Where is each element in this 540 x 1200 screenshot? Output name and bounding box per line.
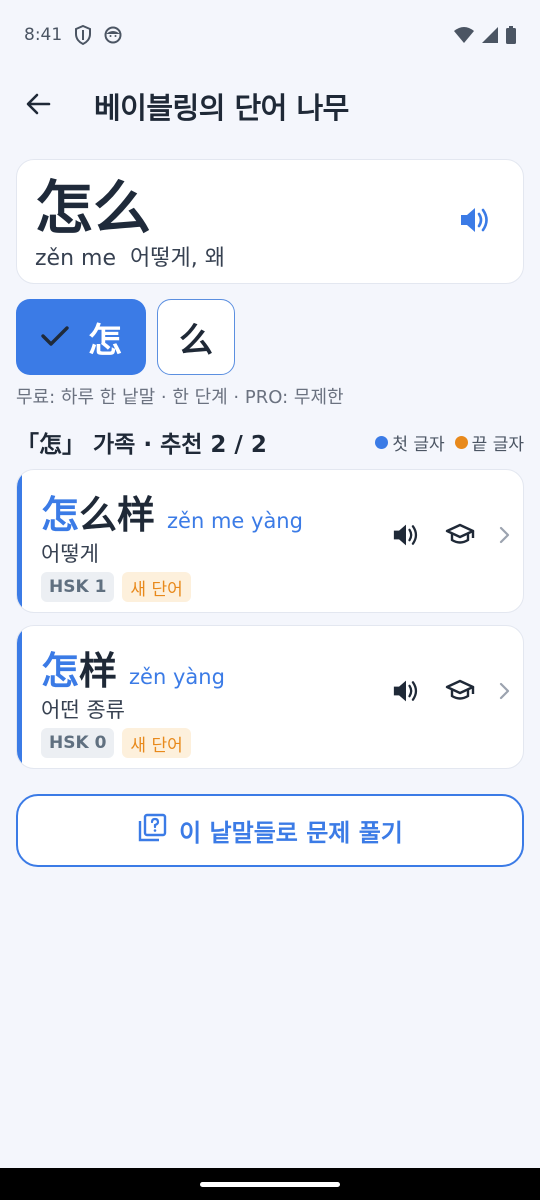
- chip-character-1[interactable]: 么: [157, 299, 235, 375]
- word-hanzi-first: 怎: [41, 493, 80, 537]
- legend-first: 첫 글자: [375, 430, 445, 455]
- section-title: 「怎」 가족 · 추천 2 / 2: [16, 432, 267, 458]
- legend-last: 끝 글자: [454, 430, 524, 455]
- word-hanzi-first: 怎: [41, 649, 80, 693]
- status-time: 8:41: [24, 25, 63, 45]
- wifi-icon: [454, 27, 474, 43]
- word-tags: HSK 0 새 단어: [41, 728, 191, 758]
- word-card[interactable]: 怎么样 zěn me yàng 어떻게 HSK 1 새 단어: [16, 469, 524, 613]
- hero-character: 怎么: [35, 174, 152, 242]
- chip-label: 么: [179, 320, 213, 361]
- hsk-badge: HSK 1: [41, 572, 115, 602]
- hero-speaker-button[interactable]: [457, 204, 493, 240]
- word-actions: [389, 676, 513, 710]
- new-word-badge: 새 단어: [122, 572, 191, 602]
- home-handle[interactable]: [200, 1182, 340, 1187]
- word-hanzi-rest: 么样: [79, 493, 156, 537]
- word-speaker-button[interactable]: [389, 676, 423, 710]
- word-pinyin: zěn me yàng: [167, 509, 303, 533]
- hero-subtitle: zěn me 어떻게, 왜: [35, 240, 225, 272]
- face-icon: [104, 26, 122, 44]
- chevron-right-icon: [499, 526, 511, 548]
- hero-word-card: 怎么 zěn me 어떻게, 왜: [16, 159, 524, 284]
- signal-icon: [482, 27, 498, 43]
- word-hanzi: 怎样: [41, 640, 117, 695]
- chip-character-0[interactable]: 怎: [16, 299, 146, 375]
- word-open-button[interactable]: [497, 676, 513, 710]
- legend: 첫 글자 끝 글자: [375, 430, 524, 455]
- word-hanzi: 怎么样: [41, 484, 155, 539]
- back-button[interactable]: [10, 78, 66, 134]
- system-nav-bar: [0, 1168, 540, 1200]
- orange-dot-icon: [454, 435, 468, 449]
- word-tags: HSK 1 새 단어: [41, 572, 191, 602]
- word-meaning: 어떻게: [41, 542, 99, 566]
- status-bar: 8:41: [0, 0, 540, 70]
- word-pinyin: zěn yàng: [129, 665, 225, 689]
- legend-last-label: 끝 글자: [471, 434, 524, 455]
- graduation-cap-icon: [445, 678, 475, 708]
- hsk-badge: HSK 0: [41, 728, 115, 758]
- chip-label: 怎: [88, 320, 122, 361]
- hero-pinyin: zěn me: [35, 246, 116, 271]
- character-chip-row: 怎 么: [16, 299, 235, 375]
- word-meaning: 어떤 종류: [41, 698, 125, 722]
- hero-meaning: 어떻게, 왜: [130, 246, 225, 271]
- speaker-icon: [392, 678, 420, 708]
- speaker-icon: [392, 522, 420, 552]
- speaker-icon: [459, 205, 491, 239]
- blue-dot-icon: [375, 435, 389, 449]
- word-learn-button[interactable]: [443, 520, 477, 554]
- quiz-button[interactable]: 이 낱말들로 문제 풀기: [16, 794, 524, 867]
- check-icon: [40, 317, 70, 357]
- card-accent-bar: [17, 470, 22, 612]
- word-hanzi-rest: 样: [79, 649, 118, 693]
- quota-text: 무료: 하루 한 낱말 · 한 단계 · PRO: 무제한: [16, 387, 344, 408]
- app-bar: 베이블링의 단어 나무: [0, 72, 540, 140]
- arrow-left-icon: [25, 91, 51, 121]
- quiz-button-label: 이 낱말들로 문제 풀기: [179, 819, 403, 847]
- section-header: 「怎」 가족 · 추천 2 / 2 첫 글자 끝 글자: [16, 424, 524, 460]
- word-speaker-button[interactable]: [389, 520, 423, 554]
- quiz-icon: [137, 813, 167, 849]
- word-head: 怎么样 zěn me yàng: [41, 484, 303, 539]
- word-open-button[interactable]: [497, 520, 513, 554]
- battery-icon: [506, 26, 516, 44]
- page-title: 베이블링의 단어 나무: [94, 91, 349, 125]
- card-accent-bar: [17, 626, 22, 768]
- chevron-right-icon: [499, 682, 511, 704]
- word-card[interactable]: 怎样 zěn yàng 어떤 종류 HSK 0 새 단어: [16, 625, 524, 769]
- new-word-badge: 새 단어: [122, 728, 191, 758]
- legend-first-label: 첫 글자: [392, 434, 445, 455]
- word-actions: [389, 520, 513, 554]
- word-head: 怎样 zěn yàng: [41, 640, 225, 695]
- graduation-cap-icon: [445, 522, 475, 552]
- shield-icon: [74, 25, 92, 45]
- word-learn-button[interactable]: [443, 676, 477, 710]
